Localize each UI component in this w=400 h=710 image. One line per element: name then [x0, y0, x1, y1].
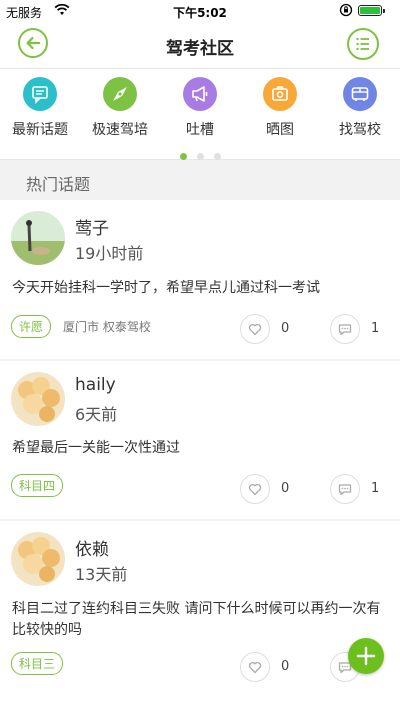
category-latest-topics[interactable]: 最新话题: [0, 77, 80, 139]
like-count: 0: [281, 659, 290, 674]
post-content[interactable]: 科目二过了连约科目三失败 请问下什么时候可以再约一次有比较快的吗: [12, 599, 388, 641]
category-complaints[interactable]: 吐槽: [160, 77, 240, 139]
page-dot-active: [179, 153, 187, 160]
category-icon: [23, 77, 57, 111]
like-count: 0: [281, 321, 290, 336]
heart-icon: [248, 324, 262, 336]
avatar[interactable]: [11, 372, 65, 426]
post-content[interactable]: 今天开始挂科一学时了，希望早点儿通过科一考试: [12, 278, 388, 299]
page-title: 驾考社区: [166, 39, 234, 59]
user-photo-icon: [11, 211, 65, 265]
page-dot: [196, 153, 204, 160]
category-icon: [343, 77, 377, 111]
post-author[interactable]: 依赖: [75, 535, 109, 560]
list-icon: [356, 37, 369, 51]
user-photo-icon: [11, 532, 65, 586]
comment-count: 1: [371, 481, 380, 496]
megaphone-icon: [192, 86, 208, 102]
category-label: 吐槽: [186, 122, 214, 138]
heart-icon: [248, 484, 262, 496]
comment-count: 1: [371, 321, 380, 336]
like-button[interactable]: [240, 652, 270, 682]
comment-button[interactable]: [330, 314, 360, 344]
category-label: 晒图: [266, 122, 294, 138]
avatar[interactable]: [11, 211, 65, 265]
post-card[interactable]: 依赖 13天前 科目二过了连约科目三失败 请问下什么时候可以再约一次有比较快的吗…: [0, 521, 400, 710]
category-label: 找驾校: [339, 122, 381, 138]
post-card[interactable]: 莺子 19小时前 今天开始挂科一学时了，希望早点儿通过科一考试 许愿 厦门市 权…: [0, 200, 400, 359]
post-time: 13天前: [75, 565, 128, 584]
nav-bar: 驾考社区: [0, 22, 400, 68]
category-photos[interactable]: 晒图: [240, 77, 320, 139]
post-time: 6天前: [75, 405, 118, 424]
heart-icon: [248, 662, 262, 674]
post-card[interactable]: haily 6天前 希望最后一关能一次性通过 科目四 0 1: [0, 361, 400, 519]
comment-icon: [338, 324, 352, 336]
post-time: 19小时前: [75, 244, 144, 263]
post-author[interactable]: haily: [75, 375, 116, 395]
new-post-button[interactable]: [348, 638, 384, 674]
avatar[interactable]: [11, 532, 65, 586]
user-photo-icon: [11, 372, 65, 426]
category-find-school[interactable]: 找驾校: [320, 77, 400, 139]
category-icon: [263, 77, 297, 111]
rotation-lock-icon: [339, 3, 353, 17]
post-location: 厦门市 权泰驾校: [63, 320, 151, 334]
bus-icon: [351, 87, 369, 101]
like-button[interactable]: [240, 314, 270, 344]
category-label: 最新话题: [12, 122, 68, 138]
status-bar: 无服务 下午5:02: [0, 0, 400, 22]
category-bar: 最新话题 极速驾培 吐槽 晒图 找驾校: [0, 68, 400, 160]
like-button[interactable]: [240, 474, 270, 504]
post-tag[interactable]: 科目四: [11, 474, 64, 497]
section-title: 热门话题: [26, 175, 91, 194]
menu-button[interactable]: [347, 28, 379, 60]
comment-button[interactable]: [330, 474, 360, 504]
comment-icon: [338, 484, 352, 496]
category-fast-training[interactable]: 极速驾培: [80, 77, 160, 139]
like-count: 0: [281, 481, 290, 496]
post-author[interactable]: 莺子: [75, 214, 109, 239]
battery-icon: [358, 5, 385, 16]
chat-icon: [32, 86, 48, 104]
post-content[interactable]: 希望最后一关能一次性通过: [12, 438, 388, 459]
camera-icon: [272, 86, 288, 101]
category-icon: [103, 77, 137, 111]
post-tag[interactable]: 许愿: [11, 315, 52, 338]
category-label: 极速驾培: [92, 122, 148, 138]
page-dot: [213, 153, 221, 160]
page-indicator[interactable]: [0, 145, 400, 160]
category-icon: [183, 77, 217, 111]
post-tag[interactable]: 科目三: [11, 652, 64, 675]
plus-icon: [356, 646, 376, 666]
compass-icon: [113, 87, 127, 101]
